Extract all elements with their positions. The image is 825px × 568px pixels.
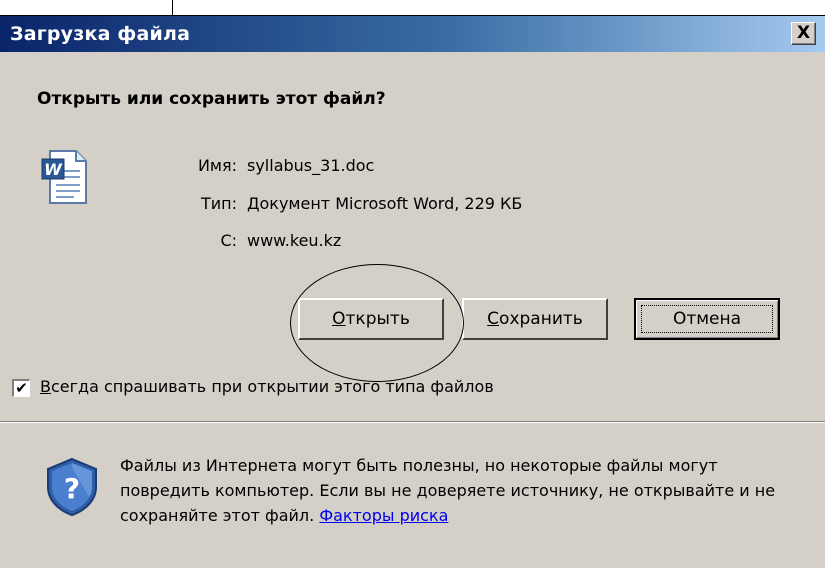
- open-button[interactable]: Открыть: [298, 298, 444, 340]
- checkmark-icon: ✔: [15, 379, 28, 397]
- word-document-icon: W: [41, 150, 87, 204]
- save-button[interactable]: Сохранить: [462, 298, 608, 340]
- question-heading: Открыть или сохранить этот файл?: [37, 89, 386, 109]
- always-ask-checkbox[interactable]: ✔: [12, 379, 30, 397]
- file-name-value: syllabus_31.doc: [247, 156, 375, 175]
- shield-question-icon: ?: [47, 457, 97, 517]
- svg-text:?: ?: [64, 472, 80, 505]
- file-type-label: Тип:: [200, 194, 237, 213]
- file-name-label: Имя:: [197, 156, 237, 175]
- open-button-label: Открыть: [332, 309, 410, 329]
- close-button[interactable]: X: [791, 22, 816, 45]
- cancel-button[interactable]: Отмена: [634, 298, 780, 340]
- risk-factors-link[interactable]: Факторы риска: [319, 506, 448, 525]
- always-ask-label[interactable]: Всегда спрашивать при открытии этого тип…: [40, 377, 494, 396]
- file-download-dialog: Загрузка файла X Открыть или сохранить э…: [0, 16, 825, 568]
- dialog-title: Загрузка файла: [10, 23, 191, 45]
- file-source-value: www.keu.kz: [247, 231, 342, 250]
- security-warning: Файлы из Интернета могут быть полезны, н…: [120, 453, 800, 528]
- cancel-button-label: Отмена: [672, 309, 742, 329]
- title-bar[interactable]: Загрузка файла X: [0, 16, 825, 52]
- file-source-label: С:: [220, 231, 237, 250]
- file-type-value: Документ Microsoft Word, 229 КБ: [247, 194, 523, 213]
- close-icon: X: [796, 23, 811, 43]
- separator-highlight: [0, 422, 825, 423]
- page-top-edge: [0, 0, 825, 16]
- svg-text:W: W: [44, 160, 63, 179]
- save-button-label: Сохранить: [487, 309, 583, 329]
- table-divider-vertical: [172, 0, 173, 16]
